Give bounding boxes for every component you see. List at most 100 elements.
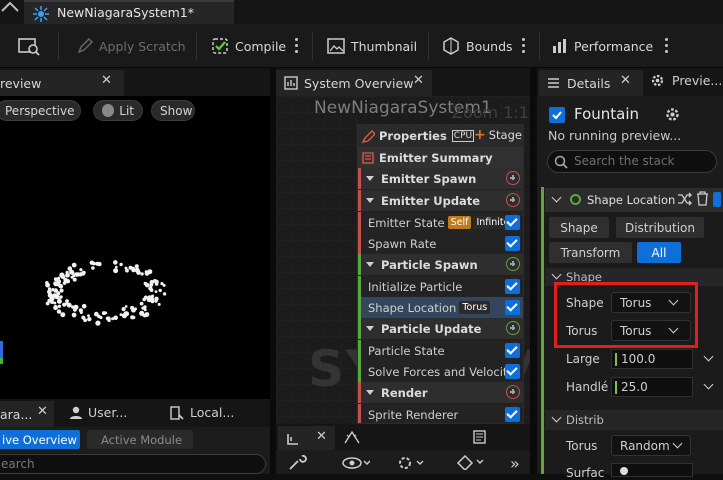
module-stripe <box>541 187 544 474</box>
filter-all-button[interactable]: All <box>637 242 681 263</box>
particle <box>151 294 155 298</box>
expand-chevron-icon[interactable] <box>366 176 374 181</box>
surface-label: Surfac <box>566 466 605 480</box>
module-enabled-icon[interactable] <box>570 194 581 205</box>
add-module-icon[interactable] <box>506 321 520 335</box>
gear-icon[interactable] <box>396 455 424 471</box>
section-distribution-header[interactable]: Distrib <box>545 410 723 430</box>
compile-options-icon[interactable] <box>295 36 299 56</box>
particle <box>145 283 150 288</box>
performance-options-icon[interactable] <box>665 36 669 56</box>
stack-module-row[interactable]: Sprite Renderer <box>358 404 523 423</box>
close-icon[interactable]: ✕ <box>413 73 424 88</box>
surface-slider[interactable] <box>611 463 693 477</box>
add-stage-button[interactable]: + Stage <box>474 128 522 142</box>
stack-group-row[interactable]: Emitter Spawn <box>358 168 523 189</box>
close-icon[interactable]: ✕ <box>620 73 631 88</box>
close-icon[interactable]: ✕ <box>37 404 48 419</box>
stack-group-row[interactable]: Emitter Update <box>358 190 523 211</box>
collapse-chevron-icon[interactable] <box>551 192 562 203</box>
module-enabled-checkbox[interactable] <box>505 300 520 315</box>
splitter[interactable] <box>530 68 537 474</box>
thumbnail-button[interactable]: Thumbnail <box>327 34 417 58</box>
stack-group-row[interactable]: Particle Update <box>358 318 523 339</box>
pencil-icon <box>362 129 375 143</box>
torus-distribution-dropdown[interactable]: Random <box>611 435 691 456</box>
filter-distribution-button[interactable]: Distribution <box>616 217 704 238</box>
close-icon[interactable]: ✕ <box>316 429 327 444</box>
shuffle-icon[interactable] <box>677 192 692 206</box>
emitter-node[interactable]: Properties CPU + Stage Emitter Summary E… <box>357 124 524 424</box>
filter-transform-button[interactable]: Transform <box>549 242 632 263</box>
preview-viewport[interactable]: Perspective Lit Show <box>0 96 270 399</box>
eye-icon[interactable] <box>342 455 370 471</box>
emitter-settings-gear-icon[interactable] <box>664 106 681 123</box>
overflow-chevrons-icon[interactable]: » <box>510 454 520 473</box>
active-module-button[interactable]: Active Module <box>87 430 193 449</box>
log-icon[interactable] <box>472 430 488 444</box>
particle <box>79 268 83 272</box>
no-preview-text: No running preview... <box>548 128 682 143</box>
module-enabled-checkbox[interactable] <box>505 343 520 358</box>
module-enabled-checkbox[interactable] <box>505 236 520 251</box>
stack-module-row[interactable]: Spawn Rate <box>358 233 523 254</box>
particle <box>148 286 153 291</box>
delete-icon[interactable] <box>696 191 709 206</box>
details-list-icon <box>547 76 560 90</box>
bounds-button[interactable]: Bounds <box>442 34 513 58</box>
close-icon[interactable]: ✕ <box>101 73 112 88</box>
expand-chevron-icon[interactable] <box>366 262 374 267</box>
add-module-icon[interactable] <box>506 257 520 271</box>
tab-system-overview[interactable]: System Overview <box>276 70 432 96</box>
compile-label: Compile <box>235 38 287 54</box>
app-menu-icon[interactable] <box>0 2 20 20</box>
tab-local[interactable]: Local... <box>170 405 234 420</box>
filter-shape-button[interactable]: Shape <box>549 217 609 238</box>
add-module-icon[interactable] <box>506 385 520 399</box>
compile-button[interactable]: Compile <box>211 34 286 58</box>
module-enabled-checkbox[interactable] <box>505 364 520 379</box>
main-toolbar: Apply Scratch Compile Thumbnail Bounds P… <box>0 24 723 68</box>
module-header[interactable]: Shape Location <box>545 188 723 212</box>
module-enabled-checkbox[interactable] <box>505 215 520 230</box>
stack-group-row[interactable]: Particle Spawn <box>358 254 523 275</box>
expand-chevron-icon[interactable] <box>366 390 374 395</box>
large-radius-input[interactable]: 100.0 <box>611 349 693 369</box>
expand-chevron-icon[interactable] <box>366 198 374 203</box>
browse-button[interactable] <box>18 34 40 58</box>
stack-module-row[interactable]: Emitter State Self Infinite <box>358 212 523 233</box>
curves-icon[interactable] <box>344 430 360 444</box>
row-color-stripe <box>358 233 361 254</box>
tab-preview-settings[interactable]: Previe... <box>650 73 722 88</box>
diamond-icon[interactable] <box>456 454 484 470</box>
stack-module-row[interactable]: Initialize Particle <box>358 276 523 297</box>
emitter-properties-row[interactable]: Properties CPU + Stage <box>358 125 523 147</box>
stack-module-row[interactable]: Solve Forces and Velocity <box>358 361 523 382</box>
handle-radius-input[interactable]: 25.0 <box>611 377 693 397</box>
particle <box>95 261 100 266</box>
emitter-summary-row[interactable]: Emitter Summary <box>358 147 523 168</box>
emitter-enabled-checkbox[interactable] <box>549 107 565 123</box>
module-checkbox[interactable] <box>713 192 721 207</box>
params-tabbar: ara... ✕ User... Local... <box>0 399 270 427</box>
apply-scratch-button[interactable]: Apply Scratch <box>77 34 186 58</box>
performance-button[interactable]: Performance <box>552 34 653 58</box>
stack-search-input[interactable]: Search the stack <box>547 150 717 173</box>
parameters-search-input[interactable]: earch <box>0 454 266 474</box>
particle <box>141 306 145 310</box>
stack-group-row[interactable]: Render <box>358 382 523 403</box>
particle <box>162 283 166 287</box>
stack-module-row[interactable]: Shape Location Torus <box>358 297 523 318</box>
document-tab[interactable]: NewNiagaraSystem1* <box>24 0 234 24</box>
bounds-options-icon[interactable] <box>522 36 526 56</box>
module-enabled-checkbox[interactable] <box>505 279 520 294</box>
active-overview-button[interactable]: ive Overview <box>0 430 80 449</box>
stack-module-row[interactable]: Particle State <box>358 340 523 361</box>
viewport-tabbar: review ✕ <box>0 68 270 96</box>
module-enabled-checkbox[interactable] <box>505 407 520 422</box>
tab-user[interactable]: User... <box>70 405 127 420</box>
add-module-icon[interactable] <box>506 171 520 185</box>
add-module-icon[interactable] <box>506 193 520 207</box>
expand-chevron-icon[interactable] <box>366 326 374 331</box>
wrench-icon[interactable] <box>288 455 310 471</box>
